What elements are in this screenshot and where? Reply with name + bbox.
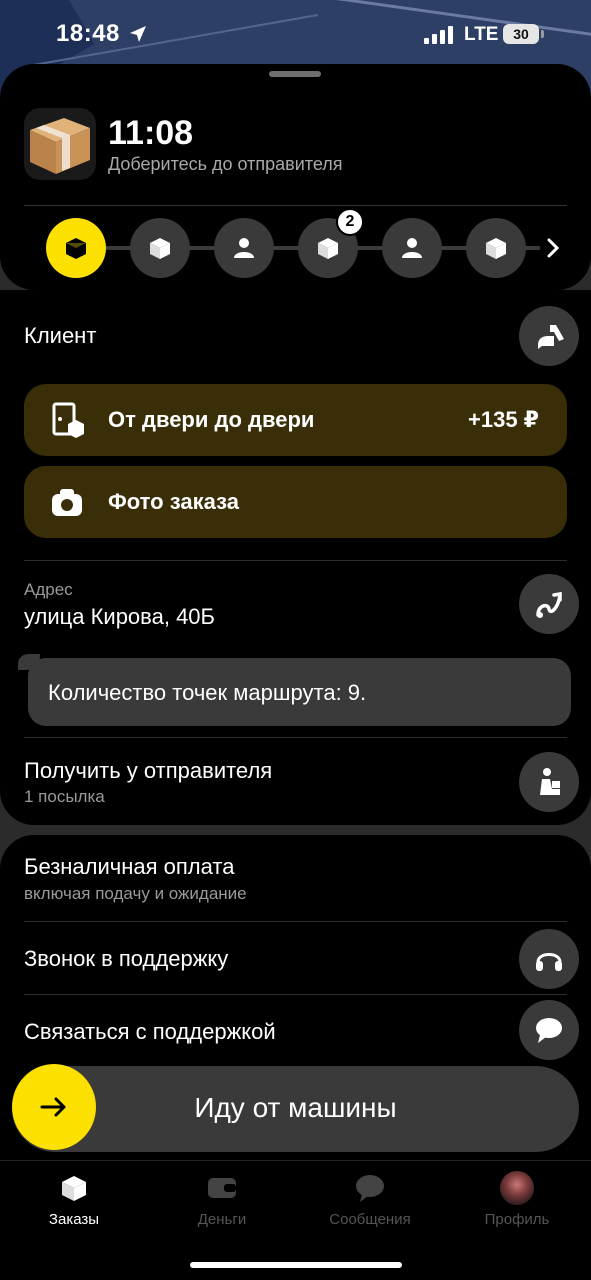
status-time: 18:48 bbox=[56, 20, 120, 47]
payment-title: Безналичная оплата bbox=[24, 854, 235, 879]
step-box[interactable] bbox=[466, 218, 526, 278]
support-chat-button[interactable] bbox=[519, 1000, 579, 1060]
step-box-multi[interactable]: 2 bbox=[298, 208, 364, 278]
divider bbox=[24, 560, 567, 561]
door-to-door-label: От двери до двери bbox=[108, 407, 315, 432]
location-arrow-icon bbox=[130, 26, 146, 42]
tab-profile[interactable]: Профиль bbox=[443, 1171, 591, 1228]
call-client-button[interactable] bbox=[519, 306, 579, 366]
tab-label: Заказы bbox=[48, 1211, 100, 1228]
person-parcel-icon bbox=[540, 768, 560, 795]
route-steps: 2 bbox=[0, 208, 591, 280]
pickup-title: Получить у отправителя bbox=[24, 758, 273, 783]
tab-messages[interactable]: Сообщения bbox=[296, 1171, 444, 1228]
route-button[interactable] bbox=[519, 574, 579, 634]
address-caption: Адрес bbox=[24, 580, 73, 599]
step-box[interactable] bbox=[130, 218, 190, 278]
arrow-right-icon bbox=[40, 1097, 66, 1117]
wallet-icon bbox=[208, 1178, 236, 1198]
tab-label: Профиль bbox=[484, 1211, 550, 1228]
box-icon bbox=[66, 238, 86, 259]
parcel-icon bbox=[24, 108, 96, 180]
divider bbox=[24, 994, 567, 995]
support-call-button[interactable] bbox=[519, 929, 579, 989]
person-icon bbox=[234, 238, 254, 258]
chat-bubble-icon bbox=[536, 1018, 562, 1043]
network-type: LTE bbox=[464, 24, 499, 45]
door-to-door-price: +135 ₽ bbox=[468, 407, 539, 432]
divider bbox=[24, 921, 567, 922]
chat-icon bbox=[356, 1175, 384, 1202]
order-header-card: 11:08 Доберитесь до отправителя 2 bbox=[0, 64, 591, 290]
door-parcel-icon bbox=[52, 402, 84, 438]
support-call-label[interactable]: Звонок в поддержку bbox=[24, 946, 228, 972]
avatar bbox=[500, 1171, 534, 1205]
route-icon bbox=[536, 591, 562, 618]
route-note-text: Количество точек маршрута: 9. bbox=[48, 680, 367, 705]
box-icon bbox=[318, 238, 338, 259]
route-note-bubble: Количество точек маршрута: 9. bbox=[28, 658, 571, 726]
primary-action-bar[interactable]: Иду от машины bbox=[12, 1064, 579, 1152]
divider bbox=[24, 205, 567, 206]
payment-sub: включая подачу и ожидание bbox=[24, 884, 247, 903]
home-indicator bbox=[190, 1262, 402, 1268]
phone-chat-icon bbox=[538, 325, 564, 349]
address-value: улица Кирова, 40Б bbox=[24, 604, 215, 629]
order-time: 11:08 bbox=[108, 114, 194, 152]
tab-label: Сообщения bbox=[329, 1211, 411, 1228]
headset-icon bbox=[536, 953, 562, 971]
order-subtitle: Доберитесь до отправителя bbox=[108, 154, 343, 174]
order-details-card: Клиент От двери до двери +135 ₽ Фото зак… bbox=[0, 290, 591, 825]
person-icon bbox=[402, 238, 422, 258]
step-pickup-active[interactable] bbox=[46, 218, 106, 278]
pickup-sub: 1 посылка bbox=[24, 787, 105, 806]
camera-icon bbox=[52, 489, 82, 516]
door-to-door-option[interactable]: От двери до двери +135 ₽ bbox=[24, 384, 567, 456]
battery-icon: 30 bbox=[503, 24, 539, 44]
tab-orders[interactable]: Заказы bbox=[0, 1171, 148, 1228]
divider bbox=[24, 737, 567, 738]
box-icon bbox=[150, 238, 170, 259]
primary-action-button[interactable] bbox=[12, 1064, 96, 1150]
client-title: Клиент bbox=[24, 323, 97, 348]
status-bar: 18:48 LTE 30 bbox=[0, 0, 591, 70]
primary-action-label: Иду от машины bbox=[194, 1092, 397, 1123]
sheet-grabber[interactable] bbox=[269, 71, 321, 77]
signal-icon bbox=[424, 26, 458, 44]
box-icon bbox=[486, 238, 506, 259]
order-photo-button[interactable]: Фото заказа bbox=[24, 466, 567, 538]
step-count-badge: 2 bbox=[336, 208, 364, 236]
chevron-right-icon[interactable] bbox=[543, 236, 563, 260]
support-chat-label[interactable]: Связаться с поддержкой bbox=[24, 1019, 276, 1045]
order-photo-label: Фото заказа bbox=[108, 489, 239, 514]
pickup-button[interactable] bbox=[519, 752, 579, 812]
step-person[interactable] bbox=[382, 218, 442, 278]
tab-money[interactable]: Деньги bbox=[148, 1171, 296, 1228]
step-person[interactable] bbox=[214, 218, 274, 278]
box-icon bbox=[62, 1176, 86, 1201]
tab-label: Деньги bbox=[197, 1211, 247, 1228]
